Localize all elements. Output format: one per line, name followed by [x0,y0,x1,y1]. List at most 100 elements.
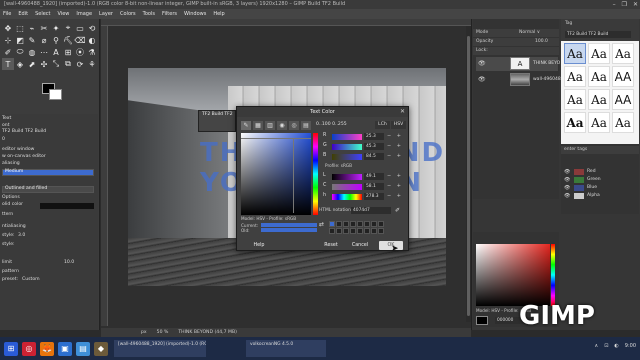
dialog-close-button[interactable]: ✕ [400,108,405,115]
tool-button[interactable]: ◍ [26,46,38,58]
app-icon[interactable]: ◎ [22,341,36,356]
layer-item[interactable]: 👁 wall-496048 [476,73,561,87]
channel-slider[interactable] [332,194,362,200]
font-sample[interactable]: AA [612,66,634,87]
channel-item[interactable]: 👁 Alpha [564,192,636,200]
tray-network-icon[interactable]: ⊡ [604,343,608,349]
menu-windows[interactable]: Windows [184,11,206,17]
tray-volume-icon[interactable]: ◐ [614,343,618,349]
font-sample[interactable]: AA [612,89,634,110]
channel-value[interactable]: 49.1 [364,173,384,180]
history-swatch[interactable] [378,228,384,234]
size-value[interactable]: 0 [2,137,5,142]
tool-button[interactable]: ⟳ [74,58,86,70]
channel-stepper[interactable]: − + [387,173,403,179]
channel-stepper[interactable]: − + [387,133,403,139]
history-swatch[interactable] [364,221,370,227]
history-swatch[interactable] [350,228,356,234]
taskbar-task[interactable]: [wall-4960488_1920] (imported)-1.0 (RGB … [114,340,206,357]
zoom-selector[interactable]: 50 % [157,330,169,335]
scrollbar-thumb[interactable] [467,36,470,316]
font-sample[interactable]: Aa [564,66,586,87]
channel-slider[interactable] [332,154,362,160]
font-sample[interactable]: Aa [588,112,610,133]
html-notation-input[interactable]: 4074d7 [351,207,391,214]
font-sample[interactable]: Aa [564,89,586,110]
channel-item[interactable]: 👁 Blue [564,184,636,192]
channel-stepper[interactable]: − + [387,183,403,189]
channel-slider[interactable] [332,184,362,190]
channel-value[interactable]: 84.5 [364,153,384,160]
tray-chevron-icon[interactable]: ∧ [595,343,599,349]
outline-dropdown[interactable]: Outlined and filled [2,186,94,193]
tool-button[interactable]: ▭ [74,22,86,34]
solid-color-label[interactable]: olid color [2,202,23,207]
layer-name[interactable]: THINK BEYO [533,61,560,66]
tool-button[interactable]: ◩ [14,34,26,46]
history-swatch[interactable] [364,228,370,234]
tool-button[interactable]: ⚘ [86,58,98,70]
menu-help[interactable]: Help [213,11,224,17]
taskbar-task[interactable]: volkocreanNG 4.5.0 [246,340,326,357]
history-swatch[interactable] [336,221,342,227]
tool-button[interactable]: ⌖ [62,22,74,34]
channel-value[interactable]: 58.1 [364,183,384,190]
fg-current-swatch[interactable] [476,316,488,325]
oncanvas-label[interactable]: w on-canvas editor [2,154,46,159]
hinting-dropdown[interactable]: Medium [2,169,94,176]
history-swatch[interactable] [378,221,384,227]
custom-value[interactable]: Custom [22,277,40,282]
saturation-value-square[interactable] [241,133,311,215]
channel-row-h[interactable]: h 278.3 − + [322,193,406,201]
font-sample[interactable]: Aa [588,66,610,87]
color-bar[interactable] [40,203,94,209]
channel-name[interactable]: Red [587,169,596,174]
tool-button[interactable]: ⟲ [86,22,98,34]
hsv-button[interactable]: HSV [391,121,406,129]
menu-colors[interactable]: Colors [120,11,136,17]
layers-mode-row[interactable]: Mode Normal ∨ [473,29,559,37]
menu-image[interactable]: Image [76,11,92,17]
layers-opacity-row[interactable]: Opacity 100.0 [473,38,559,46]
history-swatch[interactable] [357,228,363,234]
font-sample[interactable]: Aa [564,112,586,133]
tab-triangle[interactable]: ▥ [265,121,275,130]
eye-icon[interactable]: 👁 [478,60,486,67]
font-sample[interactable]: Aa [564,43,586,64]
style-value[interactable]: 3.0 [18,233,25,238]
channel-stepper[interactable]: − + [387,153,403,159]
minimize-button[interactable]: – [613,0,616,9]
tab-wheel[interactable]: ◉ [277,121,287,130]
history-swatch[interactable] [336,228,342,234]
tool-button[interactable]: ⛏ [62,34,74,46]
history-swatch[interactable] [343,221,349,227]
maximize-button[interactable]: ❐ [622,0,627,9]
font-sample[interactable]: Aa [612,112,634,133]
reset-button[interactable]: Reset [319,241,343,250]
tool-button[interactable]: ⌀ [38,34,50,46]
color-picker-icon[interactable]: ✐ [395,207,400,214]
channels-tag-field[interactable]: enter tags [561,146,639,154]
history-swatch[interactable] [329,228,335,234]
help-button[interactable]: Help [247,241,271,250]
menu-file[interactable]: File [3,11,11,17]
history-swatch[interactable] [350,221,356,227]
eye-icon[interactable]: 👁 [564,169,570,175]
tool-button[interactable]: ⬈ [26,58,38,70]
tool-button[interactable]: ⬭ [14,46,26,58]
channel-value[interactable]: 278.3 [364,193,384,200]
mode-dropdown[interactable]: Normal ∨ [519,29,540,37]
font-name-field[interactable]: TF2 Build TF2 Build [565,31,631,38]
menu-tools[interactable]: Tools [143,11,155,17]
history-swatch[interactable] [329,221,335,227]
channel-slider[interactable] [332,174,362,180]
channel-row-g[interactable]: G 45.3 − + [322,143,406,151]
tab-scales[interactable]: ▤ [301,121,311,130]
background-color-swatch[interactable] [49,89,62,100]
add-to-history-icon[interactable]: ⇄ [319,221,324,228]
channel-slider[interactable] [332,134,362,140]
channel-row-b[interactable]: B 84.5 − + [322,153,406,161]
tool-button[interactable]: ⬚ [14,22,26,34]
gimp-icon[interactable]: ◆ [94,341,108,356]
fg-hue-strip[interactable] [551,244,555,306]
